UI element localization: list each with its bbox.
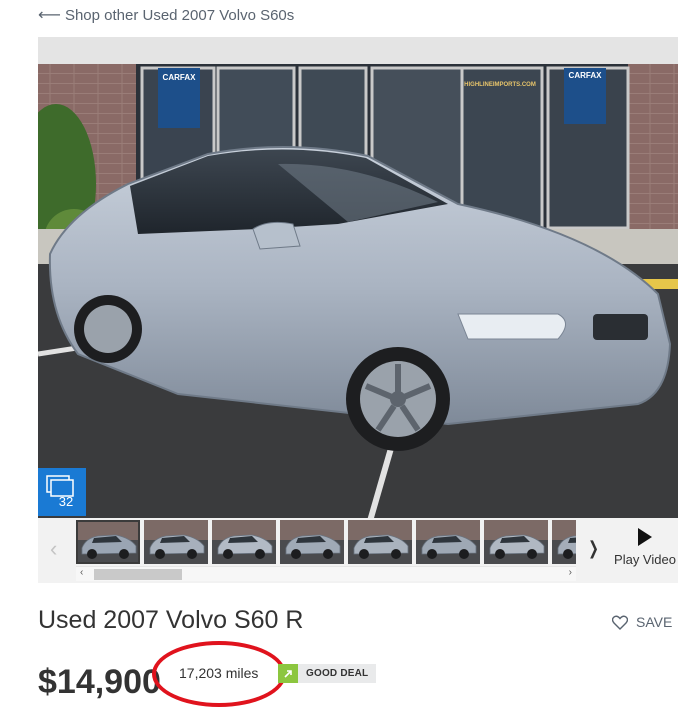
- back-link-label: Shop other Used 2007 Volvo S60s: [64, 6, 295, 24]
- thumbnail-image: [552, 520, 576, 564]
- thumbnail-4[interactable]: [280, 520, 344, 564]
- storefront-website: HIGHLINEIMPORTS.COM: [464, 82, 536, 88]
- left-arrow-icon: ⟵: [38, 7, 61, 24]
- trend-up-icon: [278, 664, 298, 683]
- thumbnail-strip: ‹ ❯ ‹ ›: [38, 518, 678, 583]
- back-to-search-link[interactable]: ⟵ Shop other Used 2007 Volvo S60s: [38, 5, 294, 25]
- thumbnail-image: [76, 520, 140, 564]
- chevron-right-icon[interactable]: ❯: [588, 538, 599, 559]
- thumbnail-7[interactable]: [484, 520, 548, 564]
- photo-count: 32: [58, 494, 74, 509]
- play-video-label: Play Video: [614, 552, 676, 567]
- play-video-button[interactable]: Play Video: [605, 524, 685, 567]
- scroll-left-icon[interactable]: ‹: [80, 567, 83, 578]
- storefront-sign-2: CARFAX: [569, 71, 603, 80]
- thumbnail-image: [484, 520, 548, 564]
- save-label: SAVE: [636, 614, 673, 630]
- main-vehicle-photo[interactable]: CARFAX CARFAX HIGHLINEIMPORTS.COM: [38, 64, 678, 528]
- listing-price: $14,900: [38, 663, 161, 701]
- storefront-sign-1: CARFAX: [163, 73, 197, 82]
- vehicle-photo-illustration: CARFAX CARFAX HIGHLINEIMPORTS.COM: [38, 64, 678, 528]
- scrollbar-thumb[interactable]: [94, 569, 182, 580]
- scroll-right-icon[interactable]: ›: [569, 567, 572, 578]
- thumbnail-image: [280, 520, 344, 564]
- thumbnail-image: [416, 520, 480, 564]
- photo-gallery: CARFAX CARFAX HIGHLINEIMPORTS.COM 32 ‹ ❯…: [38, 37, 678, 583]
- play-icon: [638, 528, 652, 546]
- thumbnail-8[interactable]: [552, 520, 576, 564]
- thumbnail-1[interactable]: [76, 520, 140, 564]
- thumbnail-3[interactable]: [212, 520, 276, 564]
- save-button[interactable]: SAVE: [612, 614, 672, 630]
- heart-icon: [612, 615, 628, 630]
- thumbnail-image: [348, 520, 412, 564]
- photo-count-badge[interactable]: 32: [38, 468, 86, 516]
- thumbnail-image: [144, 520, 208, 564]
- listing-mileage: 17,203 miles: [179, 665, 259, 681]
- thumbnail-6[interactable]: [416, 520, 480, 564]
- chevron-left-icon[interactable]: ‹: [50, 536, 57, 562]
- thumbnail-2[interactable]: [144, 520, 208, 564]
- deal-rating-badge[interactable]: GOOD DEAL: [278, 664, 376, 683]
- listing-title: Used 2007 Volvo S60 R: [38, 606, 304, 634]
- deal-rating-label: GOOD DEAL: [306, 668, 369, 679]
- thumbnail-scrollbar[interactable]: ‹ ›: [76, 566, 576, 581]
- thumbnail-5[interactable]: [348, 520, 412, 564]
- thumbnail-image: [212, 520, 276, 564]
- thumbnail-list: [76, 520, 576, 564]
